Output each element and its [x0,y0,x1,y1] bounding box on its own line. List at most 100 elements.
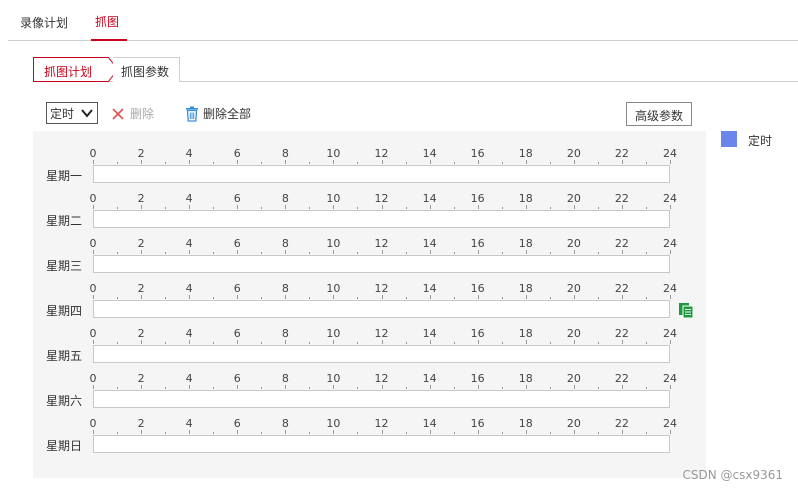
tab-record-schedule[interactable]: 录像计划 [20,14,68,31]
hour-tick-mark [189,385,191,389]
legend-timed-swatch [721,131,737,147]
hour-tick-mark [405,252,407,254]
hour-tick-mark [165,252,167,254]
hour-tick-mark [645,432,647,434]
hour-tick-label: 2 [137,282,145,295]
hour-tick-mark [333,295,335,299]
mode-select-value: 定时 [50,107,75,121]
hour-tick-mark [621,340,623,344]
hour-tick-mark [141,160,143,164]
hour-tick-mark [670,250,671,254]
hour-tick-label: 14 [422,237,437,250]
hour-tick-mark [405,342,407,344]
hour-tick-mark [477,340,479,344]
hour-tick-label: 2 [137,372,145,385]
hour-tick-mark [477,160,479,164]
hour-tick-mark [405,162,407,164]
hour-tick-mark [670,160,671,164]
copy-icon[interactable] [678,302,694,318]
hour-tick-mark [477,295,479,299]
hour-tick-label: 20 [566,372,581,385]
hour-tick-mark [501,387,503,389]
hour-tick-label: 6 [233,372,241,385]
hour-tick-label: 12 [374,147,389,160]
hour-tick-mark [429,340,431,344]
hour-tick-label: 24 [663,327,677,340]
hour-tick-mark [309,207,311,209]
hour-tick-mark [333,205,335,209]
hour-tick-label: 6 [233,237,241,250]
hour-tick-mark [237,205,239,209]
hour-tick-label: 24 [663,372,677,385]
hour-tick-mark [189,250,191,254]
hour-tick-mark [381,205,383,209]
day-row: 0 2 4 6 8 10 12 14 16 18 20 22 24 星期四 [33,266,706,318]
hour-tick-mark [213,162,215,164]
tab-capture[interactable]: 抓图 [91,0,128,41]
hour-tick-label: 10 [326,327,341,340]
schedule-toolbar: 定时 删除 删除全部 高级参数 [46,102,696,126]
hour-tick-label: 8 [281,237,289,250]
hour-tick-mark [597,162,599,164]
hour-tick-label: 6 [233,282,241,295]
hour-tick-mark [525,295,527,299]
hour-tick-mark [429,385,431,389]
hour-tick-label: 18 [518,147,533,160]
hour-tick-mark [381,430,383,434]
hour-tick-mark [429,250,431,254]
hour-tick-mark [237,340,239,344]
day-label: 星期日 [46,439,83,453]
subtab-capture-schedule[interactable]: 抓图计划 [33,57,109,82]
hour-tick-mark [453,162,455,164]
hour-tick-label: 20 [566,147,581,160]
hour-tick-label: 12 [374,372,389,385]
hour-tick-mark [645,342,647,344]
hour-tick-mark [573,205,575,209]
hour-tick-label: 4 [185,327,193,340]
mode-select[interactable]: 定时 [46,102,98,124]
advanced-params-button[interactable]: 高级参数 [626,102,692,126]
hour-tick-label: 8 [281,417,289,430]
hour-tick-label: 8 [281,147,289,160]
hour-tick-mark [93,385,94,389]
hour-tick-mark [117,162,119,164]
hour-tick-label: 10 [326,237,341,250]
hour-tick-mark [141,430,143,434]
hour-tick-label: 20 [566,282,581,295]
hour-tick-mark [237,385,239,389]
hour-tick-label: 0 [89,417,97,430]
hour-tick-mark [670,340,671,344]
hour-tick-mark [381,340,383,344]
hour-tick-mark [189,295,191,299]
hour-tick-mark [357,342,359,344]
day-timeline-bar[interactable] [93,435,670,453]
hour-tick-mark [117,252,119,254]
hour-tick-label: 0 [89,282,97,295]
hour-tick-mark [333,250,335,254]
hour-tick-mark [285,295,287,299]
hour-tick-mark [213,252,215,254]
hour-tick-mark [621,205,623,209]
hour-tick-mark [645,207,647,209]
hour-tick-mark [189,430,191,434]
hour-tick-mark [597,207,599,209]
hour-tick-mark [357,252,359,254]
hour-tick-label: 14 [422,282,437,295]
hour-tick-mark [141,205,143,209]
hour-tick-mark [141,340,143,344]
hour-tick-label: 24 [663,417,677,430]
trash-icon [186,106,198,122]
hour-tick-mark [501,207,503,209]
hour-tick-mark [453,432,455,434]
hour-tick-mark [405,207,407,209]
hour-tick-mark [453,252,455,254]
hour-tick-mark [285,340,287,344]
hour-tick-mark [573,250,575,254]
hour-tick-label: 6 [233,192,241,205]
hour-tick-label: 8 [281,192,289,205]
hour-tick-label: 10 [326,417,341,430]
hour-tick-mark [670,205,671,209]
subtab-capture-params[interactable]: 抓图参数 [113,57,180,82]
hour-tick-label: 8 [281,327,289,340]
hour-tick-mark [237,160,239,164]
